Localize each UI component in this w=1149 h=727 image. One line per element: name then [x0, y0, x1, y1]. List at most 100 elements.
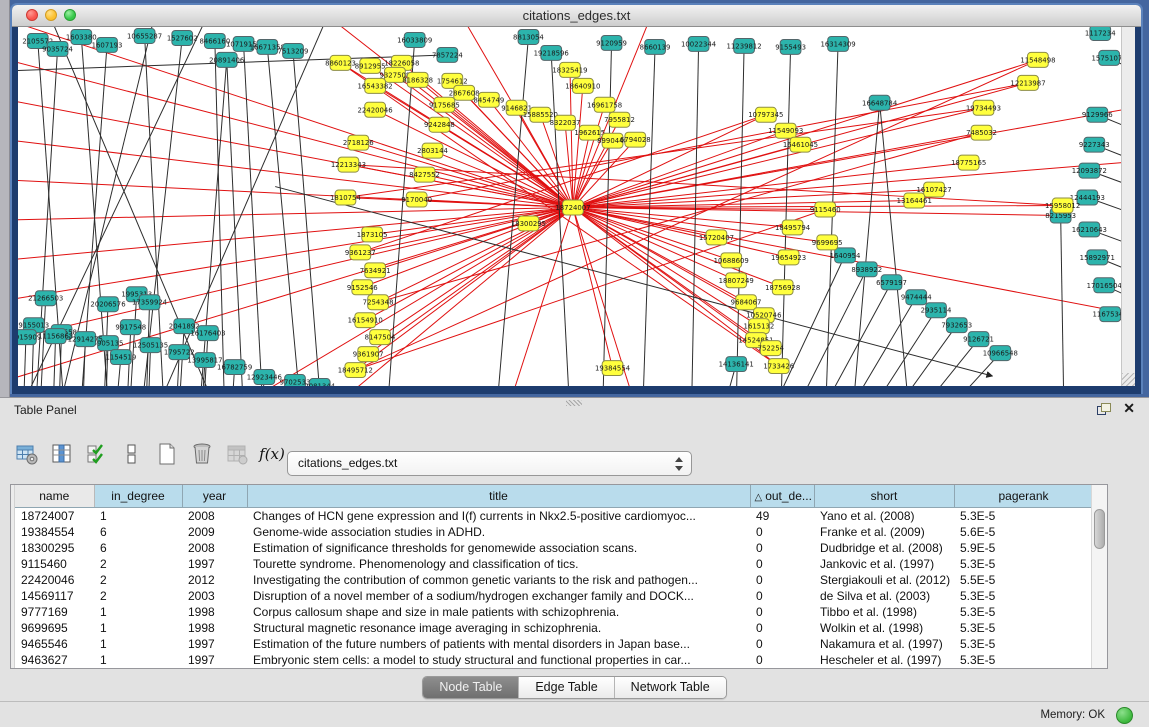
table-row[interactable]: 946362711997Embryonic stem cells: a mode… [15, 652, 1093, 668]
cell-title[interactable]: Estimation of significance thresholds fo… [247, 540, 750, 556]
graph-node[interactable]: 11675345 [1093, 307, 1122, 322]
graph-node[interactable]: 10688609 [714, 253, 749, 268]
cell-year[interactable]: 1998 [182, 620, 247, 636]
graph-node[interactable]: 9361237 [345, 245, 376, 260]
graph-node[interactable]: 2803144 [417, 143, 448, 158]
cell-title[interactable]: Investigating the contribution of common… [247, 572, 750, 588]
cell-name[interactable]: 18724007 [15, 508, 94, 525]
graph-node[interactable]: 9242848 [424, 117, 455, 132]
graph-node[interactable]: 18325419 [552, 62, 587, 77]
cell-title[interactable]: Genome-wide association studies in ADHD. [247, 524, 750, 540]
graph-node[interactable]: 19218596 [534, 45, 569, 60]
table-row[interactable]: 1456911722003Disruption of a novel membe… [15, 588, 1093, 604]
graph-node[interactable]: 7955812 [604, 112, 635, 127]
cell-name[interactable]: 9115460 [15, 556, 94, 572]
graph-node[interactable]: 1117234 [1085, 27, 1116, 40]
cell-name[interactable]: 18300295 [15, 540, 94, 556]
graph-node[interactable]: 14136141 [719, 357, 754, 372]
canvas-vertical-scrollbar[interactable] [1121, 27, 1135, 386]
graph-node[interactable]: 10797345 [748, 107, 783, 122]
table-row[interactable]: 1872400712008Changes of HCN gene express… [15, 508, 1093, 525]
graph-node[interactable]: 9170040 [401, 192, 432, 207]
network-view-canvas[interactable]: 2105572903572416033801607193106552871527… [18, 27, 1135, 386]
table-row[interactable]: 2242004622012Investigating the contribut… [15, 572, 1093, 588]
graph-node[interactable]: 9126721 [963, 332, 994, 347]
graph-node[interactable]: 22420046 [358, 102, 393, 117]
column-header-short[interactable]: short [814, 485, 954, 508]
cell-short[interactable]: Hescheler et al. (1997) [814, 652, 954, 668]
column-header-out-degree[interactable]: △out_de... [750, 485, 814, 508]
cell-title[interactable]: Estimation of the future numbers of pati… [247, 636, 750, 652]
graph-node[interactable]: 2718126 [343, 135, 374, 150]
cell-pagerank[interactable]: 5.3E-5 [954, 636, 1093, 652]
graph-node[interactable]: 16314309 [821, 36, 856, 51]
cell-year[interactable]: 1997 [182, 636, 247, 652]
cell-year[interactable]: 2012 [182, 572, 247, 588]
table-row[interactable]: 911546021997Tourette syndrome. Phenomeno… [15, 556, 1093, 572]
cell-title[interactable]: Structural magnetic resonance image aver… [247, 620, 750, 636]
cell-short[interactable]: Stergiakouli et al. (2012) [814, 572, 954, 588]
table-select-dropdown[interactable]: citations_edges.txt [287, 451, 692, 476]
cell-in_degree[interactable]: 6 [94, 540, 182, 556]
graph-node[interactable]: 10966548 [983, 346, 1018, 361]
graph-node[interactable]: 2935114 [921, 303, 952, 318]
graph-node[interactable]: 1873105 [357, 227, 388, 242]
tab-edge-table[interactable]: Edge Table [518, 677, 613, 698]
citation-network-graph[interactable]: 2105572903572416033801607193106552871527… [18, 27, 1122, 386]
cell-out_degree[interactable]: 0 [750, 620, 814, 636]
cell-in_degree[interactable]: 1 [94, 604, 182, 620]
graph-node[interactable]: 11239812 [727, 38, 762, 53]
cell-in_degree[interactable]: 2 [94, 588, 182, 604]
cell-name[interactable]: 22420046 [15, 572, 94, 588]
cell-short[interactable]: Yano et al. (2008) [814, 508, 954, 525]
graph-node[interactable]: 16033809 [397, 32, 432, 47]
memory-status-indicator[interactable] [1116, 707, 1133, 724]
table-row[interactable]: 977716911998Corpus callosum shape and si… [15, 604, 1093, 620]
graph-node[interactable]: 20891406 [209, 52, 244, 67]
cell-year[interactable]: 2008 [182, 508, 247, 525]
cell-short[interactable]: Wolkin et al. (1998) [814, 620, 954, 636]
cell-pagerank[interactable]: 5.3E-5 [954, 588, 1093, 604]
cell-name[interactable]: 9777169 [15, 604, 94, 620]
close-panel-icon[interactable]: ✕ [1123, 400, 1135, 417]
graph-node[interactable]: 12213987 [1010, 75, 1045, 90]
cell-out_degree[interactable]: 0 [750, 556, 814, 572]
function-builder-icon[interactable]: f(x) [259, 441, 285, 467]
graph-node[interactable]: 7932653 [941, 318, 972, 333]
table-row[interactable]: 1938455462009Genome-wide association stu… [15, 524, 1093, 540]
cell-short[interactable]: Nakamura et al. (1997) [814, 636, 954, 652]
graph-node[interactable]: 16154910 [348, 313, 383, 328]
table-settings-icon[interactable] [14, 441, 40, 467]
scrollbar-thumb[interactable] [1094, 509, 1105, 549]
cell-name[interactable]: 19384554 [15, 524, 94, 540]
cell-out_degree[interactable]: 0 [750, 540, 814, 556]
graph-node[interactable]: 8147504 [365, 330, 396, 345]
cell-out_degree[interactable]: 0 [750, 652, 814, 668]
cell-out_degree[interactable]: 0 [750, 572, 814, 588]
graph-node[interactable]: 9120959 [596, 35, 627, 50]
graph-node[interactable]: 8813054 [513, 29, 544, 44]
graph-node[interactable]: 19654923 [771, 250, 806, 265]
cell-pagerank[interactable]: 5.3E-5 [954, 620, 1093, 636]
cell-name[interactable]: 14569117 [15, 588, 94, 604]
table-vertical-scrollbar[interactable] [1091, 485, 1107, 668]
cell-in_degree[interactable]: 1 [94, 508, 182, 525]
column-header-name[interactable]: name [15, 485, 94, 508]
tab-node-table[interactable]: Node Table [423, 677, 518, 698]
table-row[interactable]: 1830029562008Estimation of significance … [15, 540, 1093, 556]
cell-title[interactable]: Changes of HCN gene expression and I(f) … [247, 508, 750, 525]
panel-divider-grip[interactable] [566, 400, 582, 406]
tab-network-table[interactable]: Network Table [614, 677, 726, 698]
graph-node[interactable]: 12093872 [1072, 163, 1107, 178]
cell-name[interactable]: 9699695 [15, 620, 94, 636]
cell-pagerank[interactable]: 5.6E-5 [954, 524, 1093, 540]
cell-title[interactable]: Corpus callosum shape and size in male p… [247, 604, 750, 620]
new-table-icon[interactable] [154, 441, 180, 467]
cell-year[interactable]: 1997 [182, 652, 247, 668]
graph-node[interactable]: 12923446 [247, 370, 282, 385]
graph-node[interactable]: 21266503 [28, 291, 63, 306]
graph-node[interactable]: 1810754 [330, 190, 361, 205]
graph-node[interactable]: 6579197 [876, 275, 907, 290]
cell-short[interactable]: de Silva et al. (2003) [814, 588, 954, 604]
graph-node[interactable]: 8660139 [640, 39, 671, 54]
